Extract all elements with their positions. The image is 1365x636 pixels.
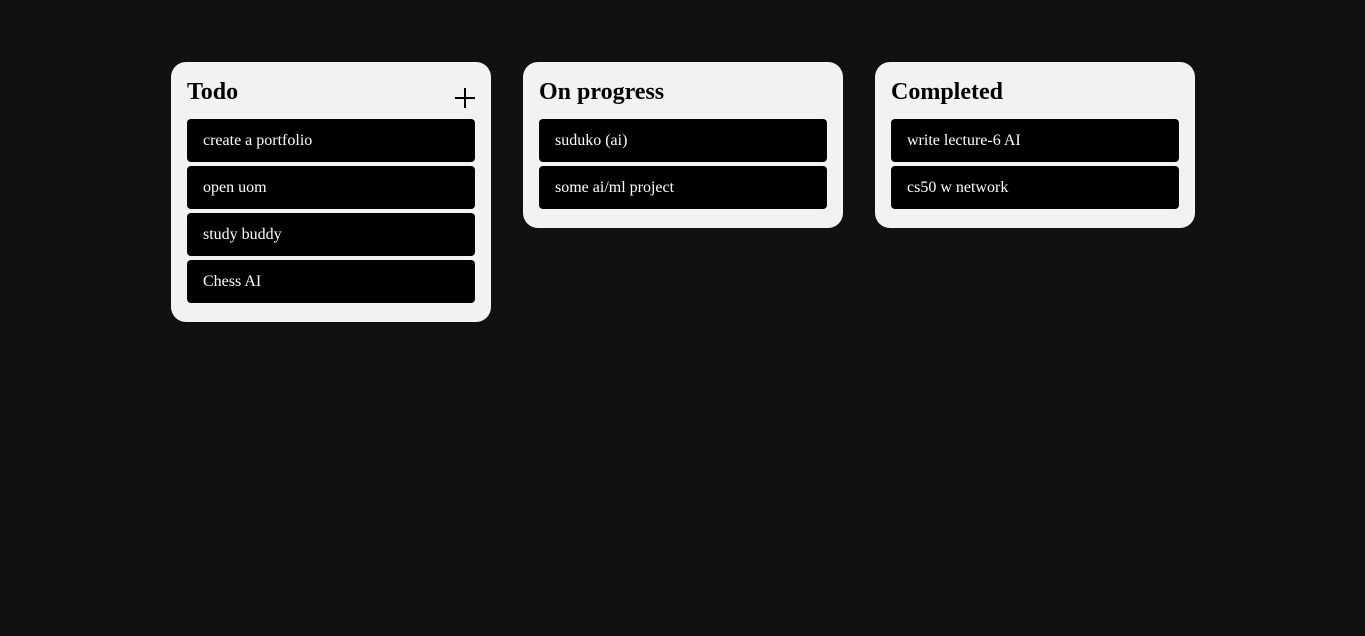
task-card[interactable]: write lecture-6 AI <box>891 119 1179 162</box>
task-card[interactable]: create a portfolio <box>187 119 475 162</box>
task-card[interactable]: suduko (ai) <box>539 119 827 162</box>
column-title: On progress <box>539 79 665 105</box>
task-card[interactable]: open uom <box>187 166 475 209</box>
column-completed: Completed write lecture-6 AI cs50 w netw… <box>875 62 1195 228</box>
card-list: write lecture-6 AI cs50 w network <box>891 119 1179 209</box>
card-list: suduko (ai) some ai/ml project <box>539 119 827 209</box>
task-card[interactable]: some ai/ml project <box>539 166 827 209</box>
column-title: Completed <box>891 79 1003 105</box>
card-list: create a portfolio open uom study buddy … <box>187 119 475 303</box>
column-header: Completed <box>891 78 1179 119</box>
column-todo: Todo create a portfolio open uom study b… <box>171 62 491 322</box>
task-card[interactable]: Chess AI <box>187 260 475 303</box>
add-task-button[interactable] <box>455 88 475 108</box>
task-card[interactable]: cs50 w network <box>891 166 1179 209</box>
kanban-board: Todo create a portfolio open uom study b… <box>171 62 1195 322</box>
column-header: Todo <box>187 78 475 119</box>
column-header: On progress <box>539 78 827 119</box>
column-on-progress: On progress suduko (ai) some ai/ml proje… <box>523 62 843 228</box>
task-card[interactable]: study buddy <box>187 213 475 256</box>
column-title: Todo <box>187 79 239 105</box>
